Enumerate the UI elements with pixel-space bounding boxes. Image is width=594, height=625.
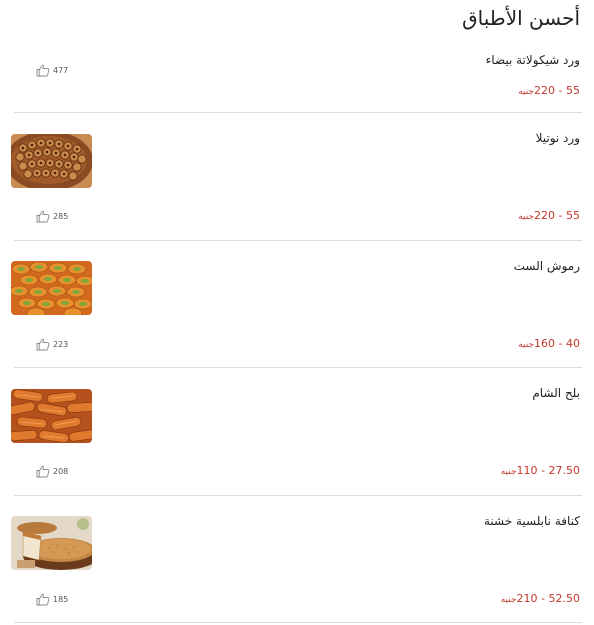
dish-price: 52.50 - 210جنيه [501,592,580,605]
thumbs-up-icon [36,338,50,351]
dish-photo[interactable] [11,134,92,188]
price-range: 55 - 220 [534,84,580,97]
dish-name[interactable]: كنافة نابلسية خشنة [484,514,580,528]
likes-count: 223 [53,340,69,349]
currency-label: جنيه [500,595,517,605]
likes-count: 185 [53,595,69,604]
price-range: 27.50 - 110 [516,464,580,477]
section-title: أحسن الأطباق [462,6,580,30]
likes-button[interactable]: 208 [36,465,68,478]
dish-item[interactable]: ورد نوتيلا 55 - 220جنيه 285 [11,113,582,241]
dish-price: 55 - 220جنيه [518,209,580,222]
dish-name[interactable]: بلح الشام [532,386,580,400]
dish-price: 55 - 220جنيه [518,84,580,97]
dish-item[interactable]: بلح الشام 27.50 - 110جنيه 208 [11,368,582,496]
likes-button[interactable]: 185 [36,593,68,606]
dish-item[interactable]: رموش الست 40 - 160جنيه 223 [11,241,582,368]
thumbs-up-icon [36,64,50,77]
best-dishes-page: أحسن الأطباق ورد شيكولاتة بيضاء 55 - 220… [0,0,594,625]
price-range: 55 - 220 [534,209,580,222]
likes-count: 208 [53,467,69,476]
currency-label: جنيه [518,212,535,222]
currency-label: جنيه [500,467,517,477]
likes-button[interactable]: 477 [36,64,68,77]
likes-button[interactable]: 223 [36,338,68,351]
dish-price: 40 - 160جنيه [518,337,580,350]
likes-count: 285 [53,212,69,221]
dish-item[interactable]: كنافة نابلسية خشنة 52.50 - 210جنيه 185 [11,496,582,623]
dish-price: 27.50 - 110جنيه [501,464,580,477]
thumbs-up-icon [36,593,50,606]
dish-photo[interactable] [11,516,92,570]
likes-button[interactable]: 285 [36,210,68,223]
dish-name[interactable]: رموش الست [514,259,580,273]
currency-label: جنيه [518,340,535,350]
dish-name[interactable]: ورد نوتيلا [536,131,580,145]
dish-photo[interactable] [11,389,92,443]
dish-photo[interactable] [11,261,92,315]
thumbs-up-icon [36,465,50,478]
dish-item[interactable]: ورد شيكولاتة بيضاء 55 - 220جنيه 477 [14,44,582,113]
dish-name[interactable]: ورد شيكولاتة بيضاء [486,53,580,67]
price-range: 40 - 160 [534,337,580,350]
thumbs-up-icon [36,210,50,223]
price-range: 52.50 - 210 [516,592,580,605]
likes-count: 477 [53,66,69,75]
currency-label: جنيه [518,87,535,97]
